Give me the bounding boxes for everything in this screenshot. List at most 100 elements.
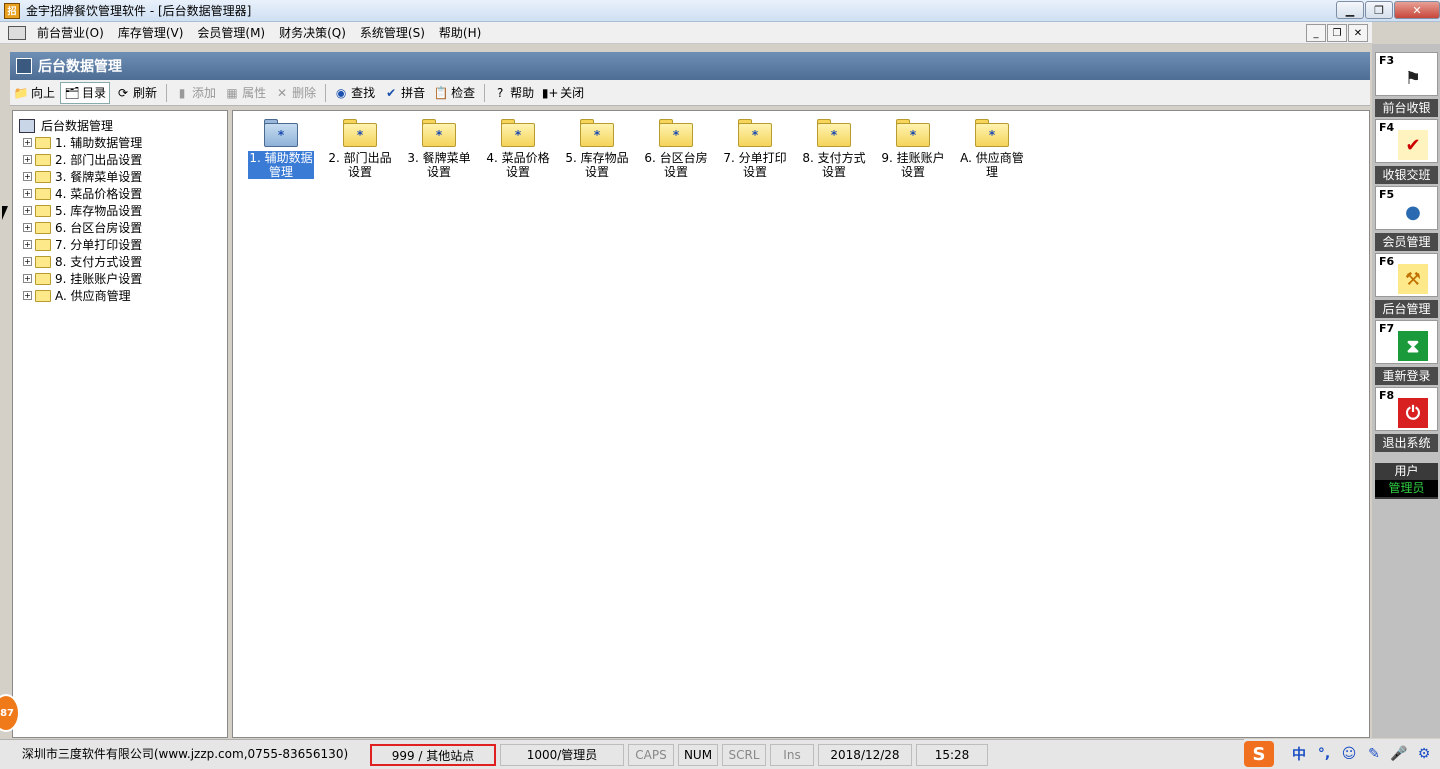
delete-button[interactable]: ✕ 删除 <box>271 82 319 104</box>
folder-label: 7. 分单打印 设置 <box>722 151 787 179</box>
mdi-restore-button[interactable]: ❐ <box>1327 24 1347 42</box>
menu-finance[interactable]: 财务决策(Q) <box>272 23 353 43</box>
folder-label: 1. 辅助数据 管理 <box>248 151 314 179</box>
scrl-indicator: SCRL <box>722 743 766 766</box>
tree-item[interactable]: +8. 支付方式设置 <box>19 253 227 270</box>
function-tile[interactable]: F4 ✔ <box>1375 119 1438 163</box>
expand-icon[interactable]: + <box>23 206 32 215</box>
minimize-button[interactable]: ▁ <box>1336 1 1364 19</box>
expand-icon[interactable]: + <box>23 155 32 164</box>
ime-pen-icon[interactable]: ✎ <box>1363 746 1385 762</box>
folder-item[interactable]: * 3. 餐牌菜单 设置 <box>401 119 477 179</box>
ime-mic-icon[interactable]: 🎤 <box>1388 746 1410 762</box>
check-button[interactable]: 📋 检查 <box>430 82 478 104</box>
add-button[interactable]: ▮ 添加 <box>171 82 219 104</box>
mdi-minimize-button[interactable]: _ <box>1306 24 1326 42</box>
ime-punctuation-toggle[interactable]: °, <box>1313 746 1335 762</box>
tools-icon: ⚒ <box>1398 264 1428 294</box>
caps-indicator: CAPS <box>628 743 674 766</box>
mdi-controls: _ ❐ ✕ <box>1305 24 1368 42</box>
pinyin-icon: ✔ <box>386 85 397 100</box>
folder-item[interactable]: * 7. 分单打印 设置 <box>717 119 793 179</box>
tree-item[interactable]: +7. 分单打印设置 <box>19 236 227 253</box>
catalog-label: 目录 <box>82 86 107 100</box>
tree-item[interactable]: +2. 部门出品设置 <box>19 151 227 168</box>
pinyin-button[interactable]: ✔ 拼音 <box>380 82 428 104</box>
expand-icon[interactable]: + <box>23 257 32 266</box>
expand-icon[interactable]: + <box>23 240 32 249</box>
expand-icon[interactable]: + <box>23 189 32 198</box>
up-button[interactable]: 📁 向上 <box>10 82 58 104</box>
folder-item[interactable]: * 1. 辅助数据 管理 <box>243 119 319 179</box>
expand-icon[interactable]: + <box>23 291 32 300</box>
panel-title: 后台数据管理 <box>38 59 122 75</box>
catalog-button[interactable]: 🗂 目录 <box>60 81 111 104</box>
folder-item[interactable]: * 6. 台区台房 设置 <box>638 119 714 179</box>
tree-item[interactable]: + A. 供应商管理 <box>19 287 227 304</box>
ime-language-toggle[interactable]: 中 <box>1288 744 1310 764</box>
tree-item[interactable]: +1. 辅助数据管理 <box>19 134 227 151</box>
function-tile[interactable]: F3 ⚑ <box>1375 52 1438 96</box>
tree-panel[interactable]: 后台数据管理 +1. 辅助数据管理 +2. 部门出品设置 +3. 餐牌菜单设置 +4.… <box>12 110 228 738</box>
function-tile-label[interactable]: 重新登录 <box>1375 367 1438 385</box>
sogou-logo-icon[interactable]: S <box>1244 741 1274 767</box>
mdi-close-button[interactable]: ✕ <box>1348 24 1368 42</box>
expand-icon[interactable]: + <box>23 172 32 181</box>
function-tile-label[interactable]: 收银交班 <box>1375 166 1438 184</box>
hourglass-icon: ⧗ <box>1398 331 1428 361</box>
folder-item[interactable]: * 9. 挂账账户 设置 <box>875 119 951 179</box>
tree-root[interactable]: 后台数据管理 <box>19 117 227 134</box>
tree-item[interactable]: +4. 菜品价格设置 <box>19 185 227 202</box>
add-icon: ▮ <box>178 85 186 100</box>
folder-item[interactable]: * A. 供应商管理 <box>954 119 1030 179</box>
function-tile[interactable]: F5 ● <box>1375 186 1438 230</box>
folder-label-line2: 设置 <box>584 165 609 179</box>
add-label: 添加 <box>192 86 217 100</box>
tree-item[interactable]: +9. 挂账账户设置 <box>19 270 227 287</box>
folder-label-line1: 9. 挂账账户 <box>881 151 945 165</box>
folder-icon <box>35 272 51 285</box>
expand-icon[interactable]: + <box>23 274 32 283</box>
maximize-button[interactable]: ❐ <box>1365 1 1393 19</box>
refresh-button[interactable]: ⟳ 刷新 <box>112 82 160 104</box>
menu-members[interactable]: 会员管理(M) <box>190 23 272 43</box>
folder-item[interactable]: * 5. 库存物品 设置 <box>559 119 635 179</box>
folder-view[interactable]: * 1. 辅助数据 管理 * 2. 部门出品 设置 * 3. 餐牌菜单 设置 * 4. 菜品价格 设置… <box>232 110 1370 738</box>
menu-system[interactable]: 系统管理(S) <box>353 23 432 43</box>
function-tile-label[interactable]: 会员管理 <box>1375 233 1438 251</box>
close-button[interactable]: ✕ <box>1394 1 1440 19</box>
ime-emoji-icon[interactable]: ☺ <box>1338 746 1360 762</box>
help-button[interactable]: ? 帮助 <box>489 82 537 104</box>
system-menu-icon[interactable] <box>8 25 26 40</box>
app-icon: 招 <box>4 2 20 19</box>
expand-icon[interactable]: + <box>23 138 32 147</box>
properties-button[interactable]: ▦ 属性 <box>221 82 269 104</box>
folder-item[interactable]: * 8. 支付方式 设置 <box>796 119 872 179</box>
delete-icon: ✕ <box>277 85 288 100</box>
folder-label-line2: 理 <box>985 165 998 179</box>
folder-item[interactable]: * 2. 部门出品 设置 <box>322 119 398 179</box>
tree-item[interactable]: +3. 餐牌菜单设置 <box>19 168 227 185</box>
menu-front-desk[interactable]: 前台营业(O) <box>30 23 111 43</box>
tree-item[interactable]: +5. 库存物品设置 <box>19 202 227 219</box>
folder-label-line2: 设置 <box>900 165 925 179</box>
function-tile[interactable]: F7 ⧗ <box>1375 320 1438 364</box>
tree-item-label: 8. 支付方式设置 <box>55 255 143 269</box>
menu-inventory[interactable]: 库存管理(V) <box>111 23 191 43</box>
function-tile-label[interactable]: 前台收银 <box>1375 99 1438 117</box>
find-button[interactable]: ◉ 查找 <box>330 82 378 104</box>
folder-item[interactable]: * 4. 菜品价格 设置 <box>480 119 556 179</box>
folder-label: A. 供应商管理 <box>959 151 1025 179</box>
function-tile[interactable]: F6 ⚒ <box>1375 253 1438 297</box>
expand-icon[interactable]: + <box>23 223 32 232</box>
function-tile-label[interactable]: 退出系统 <box>1375 434 1438 452</box>
function-tile-label[interactable]: 后台管理 <box>1375 300 1438 318</box>
tree-item[interactable]: +6. 台区台房设置 <box>19 219 227 236</box>
ime-tools-icon[interactable]: ⚙ <box>1413 746 1435 762</box>
close-panel-button[interactable]: ▮+ 关闭 <box>539 82 587 104</box>
delete-label: 删除 <box>292 86 317 100</box>
function-tile[interactable]: F8 ⏻ <box>1375 387 1438 431</box>
menu-help[interactable]: 帮助(H) <box>432 23 488 43</box>
current-user: 1000/管理员 <box>500 743 624 766</box>
folder-icon: * <box>580 119 614 147</box>
